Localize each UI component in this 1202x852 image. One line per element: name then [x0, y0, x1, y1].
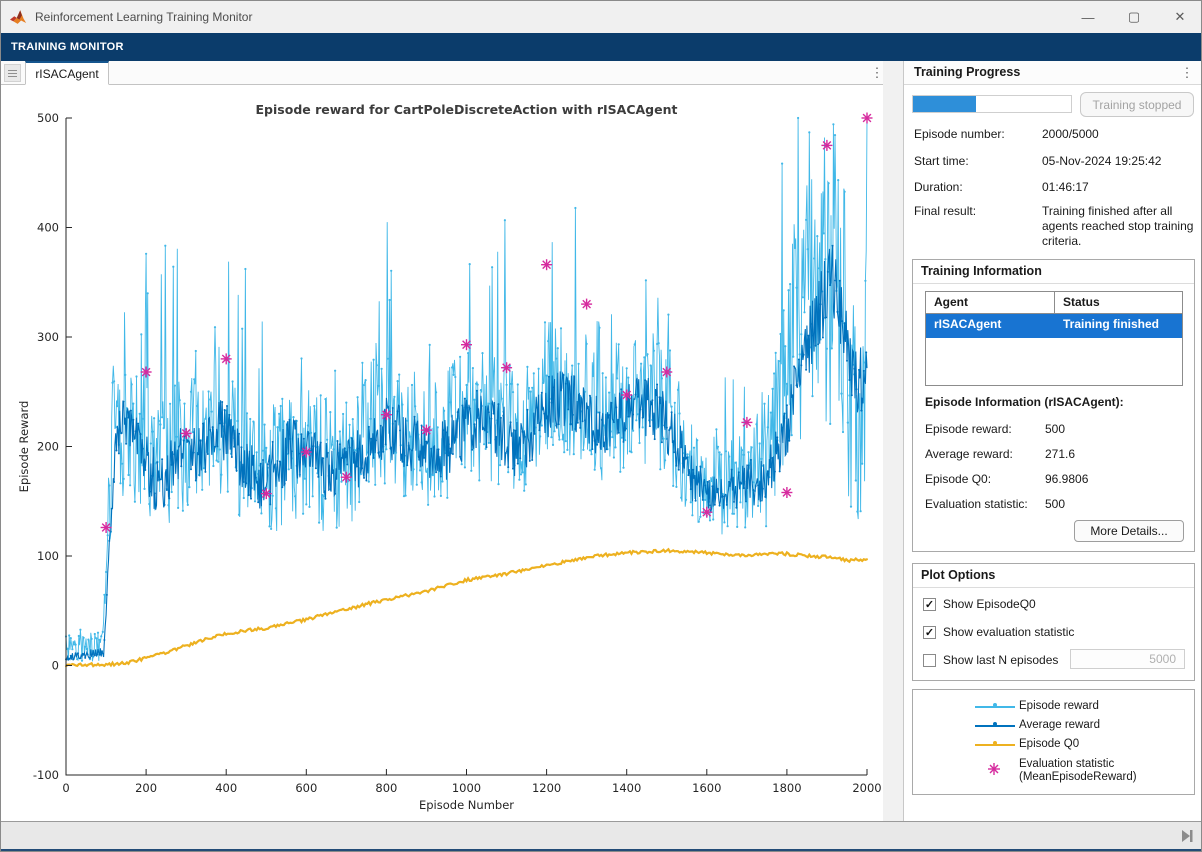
- svg-text:100: 100: [37, 549, 59, 563]
- episode-q0-label: Episode Q0:: [925, 472, 991, 486]
- legend-item-evaluation-statistic: Evaluation statistic (MeanEpisodeReward): [913, 758, 1194, 788]
- document-tab-strip: rISACAgent ⋮: [1, 61, 883, 85]
- svg-text:300: 300: [37, 330, 59, 344]
- average-reward-label: Average reward:: [925, 447, 1013, 461]
- status-column-header: Status: [1055, 292, 1182, 313]
- average-reward-value: 271.6: [1045, 447, 1075, 461]
- skip-forward-icon[interactable]: [1179, 828, 1195, 844]
- agent-column-header: Agent: [926, 292, 1055, 313]
- svg-text:1000: 1000: [452, 781, 481, 795]
- evaluation-statistic-value: 500: [1045, 497, 1065, 511]
- table-row[interactable]: rISACAgent Training finished: [926, 314, 1182, 338]
- panel-title: Training Progress: [914, 65, 1020, 79]
- svg-text:1200: 1200: [532, 781, 561, 795]
- svg-text:1400: 1400: [612, 781, 641, 795]
- svg-text:-100: -100: [33, 768, 59, 782]
- status-bar: [1, 821, 1202, 849]
- training-information-group: Training Information Agent Status rISACA…: [912, 259, 1195, 552]
- training-plot: 0200400600800100012001400160018002000-10…: [1, 85, 883, 821]
- legend-label-episode-q0: Episode Q0: [1019, 738, 1079, 750]
- close-button[interactable]: ✕: [1157, 1, 1202, 33]
- maximize-button[interactable]: ▢: [1111, 1, 1157, 33]
- svg-text:500: 500: [37, 111, 59, 125]
- status-cell: Training finished: [1055, 314, 1182, 338]
- agent-cell: rISACAgent: [926, 314, 1055, 338]
- show-evaluation-statistic-row: ✓ Show evaluation statistic: [923, 625, 1074, 639]
- show-evaluation-statistic-label: Show evaluation statistic: [943, 625, 1074, 639]
- asterisk-marker-icon: [987, 762, 1001, 776]
- episode-number-label: Episode number:: [914, 127, 1005, 141]
- svg-text:Episode Number: Episode Number: [419, 798, 514, 812]
- toolstrip: TRAINING MONITOR: [1, 33, 1202, 61]
- svg-text:0: 0: [62, 781, 69, 795]
- plot-legend: Episode reward Average reward Episode Q0: [912, 689, 1195, 795]
- n-episodes-input[interactable]: 5000: [1070, 649, 1185, 669]
- svg-text:0: 0: [52, 659, 59, 673]
- show-last-n-episodes-row: Show last N episodes: [923, 653, 1058, 667]
- svg-text:600: 600: [295, 781, 317, 795]
- training-progress-fill: [913, 96, 976, 112]
- show-last-n-episodes-checkbox[interactable]: [923, 654, 936, 667]
- training-stopped-button[interactable]: Training stopped: [1080, 92, 1194, 117]
- matlab-logo-icon: [10, 10, 27, 25]
- final-result-label: Final result:: [914, 204, 976, 218]
- episode-q0-value: 96.9806: [1045, 472, 1088, 486]
- legend-item-average-reward: Average reward: [913, 719, 1194, 733]
- tab-rlsacagent[interactable]: rISACAgent: [25, 61, 109, 85]
- episode-information-title: Episode Information (rISACAgent):: [925, 395, 1124, 409]
- show-episodeq0-row: ✓ Show EpisodeQ0: [923, 597, 1036, 611]
- episode-reward-label: Episode reward:: [925, 422, 1012, 436]
- plot-options-title: Plot Options: [921, 568, 995, 582]
- svg-text:200: 200: [37, 440, 59, 454]
- legend-label-episode-reward: Episode reward: [1019, 700, 1099, 712]
- svg-text:400: 400: [215, 781, 237, 795]
- minimize-button[interactable]: —: [1065, 1, 1111, 33]
- show-episodeq0-checkbox[interactable]: ✓: [923, 598, 936, 611]
- training-progress-panel: Training Progress ⋮ Training stopped Epi…: [903, 61, 1202, 821]
- svg-text:Episode reward for CartPoleDis: Episode reward for CartPoleDiscreteActio…: [256, 102, 678, 117]
- training-progress-bar: [912, 95, 1072, 113]
- legend-item-episode-q0: Episode Q0: [913, 738, 1194, 752]
- training-information-title: Training Information: [921, 264, 1042, 278]
- legend-label-average-reward: Average reward: [1019, 719, 1100, 731]
- plot-options-group: Plot Options ✓ Show EpisodeQ0 ✓ Show eva…: [912, 563, 1195, 681]
- duration-label: Duration:: [914, 180, 963, 194]
- duration-value: 01:46:17: [1042, 180, 1089, 194]
- episode-reward-value: 500: [1045, 422, 1065, 436]
- panel-header: Training Progress ⋮: [904, 61, 1202, 85]
- show-last-n-episodes-label: Show last N episodes: [943, 653, 1058, 667]
- svg-text:200: 200: [135, 781, 157, 795]
- show-episodeq0-label: Show EpisodeQ0: [943, 597, 1036, 611]
- svg-text:800: 800: [375, 781, 397, 795]
- episode-number-value: 2000/5000: [1042, 127, 1099, 141]
- show-evaluation-statistic-checkbox[interactable]: ✓: [923, 626, 936, 639]
- title-bar: Reinforcement Learning Training Monitor …: [1, 1, 1202, 33]
- figure-area: 0200400600800100012001400160018002000-10…: [1, 85, 883, 821]
- panel-kebab-menu-icon[interactable]: ⋮: [1177, 63, 1197, 83]
- start-time-label: Start time:: [914, 154, 969, 168]
- drag-handle-icon[interactable]: [4, 64, 21, 82]
- panel-splitter[interactable]: [883, 61, 903, 821]
- table-header-row: Agent Status: [926, 292, 1182, 314]
- evaluation-statistic-label: Evaluation statistic:: [925, 497, 1028, 511]
- svg-text:400: 400: [37, 221, 59, 235]
- svg-text:1600: 1600: [692, 781, 721, 795]
- start-time-value: 05-Nov-2024 19:25:42: [1042, 154, 1161, 168]
- svg-text:2000: 2000: [852, 781, 881, 795]
- tab-training-monitor[interactable]: TRAINING MONITOR: [11, 41, 124, 53]
- agent-status-table: Agent Status rISACAgent Training finishe…: [925, 291, 1183, 386]
- legend-item-episode-reward: Episode reward: [913, 700, 1194, 714]
- window-title: Reinforcement Learning Training Monitor: [35, 10, 252, 24]
- svg-text:Episode Reward: Episode Reward: [17, 401, 31, 493]
- legend-label-evaluation-statistic: Evaluation statistic (MeanEpisodeReward): [1019, 758, 1137, 784]
- svg-text:1800: 1800: [772, 781, 801, 795]
- app-window: Reinforcement Learning Training Monitor …: [0, 0, 1202, 852]
- more-details-button[interactable]: More Details...: [1074, 520, 1184, 542]
- final-result-value: Training finished after all agents reach…: [1042, 204, 1194, 249]
